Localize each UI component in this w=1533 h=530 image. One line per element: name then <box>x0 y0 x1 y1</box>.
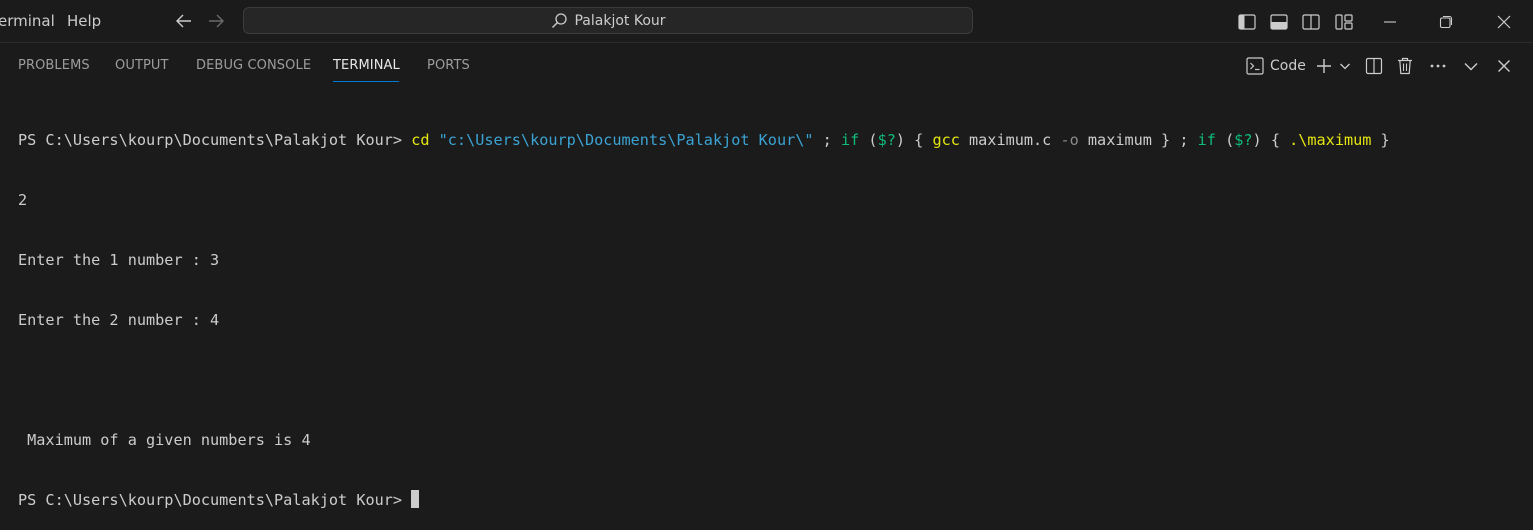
search-text: Palakjot Kour <box>574 13 665 29</box>
cmd-status-var: $? <box>1234 131 1252 149</box>
tab-output[interactable]: OUTPUT <box>115 58 169 73</box>
cmd-if-keyword: if <box>1198 131 1216 149</box>
tab-terminal[interactable]: TERMINAL <box>333 58 400 73</box>
tab-problems[interactable]: PROBLEMS <box>18 58 90 73</box>
terminal-profile-button[interactable]: Code <box>1246 56 1306 76</box>
terminal-icon <box>1246 57 1264 75</box>
cmd-paren: ) { <box>1253 131 1290 149</box>
toggle-secondary-sidebar-icon[interactable] <box>1300 11 1322 33</box>
panel-header: PROBLEMS OUTPUT DEBUG CONSOLE TERMINAL P… <box>0 44 1533 88</box>
cmd-paren: ( <box>859 131 877 149</box>
close-window-icon[interactable] <box>1493 11 1515 33</box>
menu-terminal[interactable]: erminal <box>0 12 55 30</box>
menu-help[interactable]: Help <box>67 12 101 30</box>
back-arrow-icon[interactable] <box>173 10 195 32</box>
output-line: Enter the 1 number : 3 <box>18 250 1533 270</box>
output-line: Maximum of a given numbers is 4 <box>18 430 1533 450</box>
cmd-if-keyword: if <box>841 131 859 149</box>
cmd-gcc: gcc <box>932 131 959 149</box>
command-line: PS C:\Users\kourp\Documents\Palakjot Kou… <box>18 130 1533 150</box>
cmd-cd: cd <box>411 131 429 149</box>
minimize-icon[interactable] <box>1379 11 1401 33</box>
toggle-panel-icon[interactable] <box>1268 11 1290 33</box>
output-line: Enter the 2 number : 4 <box>18 310 1533 330</box>
output-line <box>18 370 1533 390</box>
terminal-output[interactable]: PS C:\Users\kourp\Documents\Palakjot Kou… <box>18 90 1533 503</box>
cmd-path: "c:\Users\kourp\Documents\Palakjot Kour\… <box>439 131 814 149</box>
final-prompt-line: PS C:\Users\kourp\Documents\Palakjot Kou… <box>18 490 1533 510</box>
new-terminal-dropdown-chevron-icon[interactable] <box>1339 56 1351 76</box>
tab-ports[interactable]: PORTS <box>427 58 470 73</box>
restore-icon[interactable] <box>1435 11 1457 33</box>
cmd-status-var: $? <box>878 131 896 149</box>
terminal-profile-label: Code <box>1270 58 1306 74</box>
terminal-cursor <box>411 490 419 508</box>
toggle-primary-sidebar-icon[interactable] <box>1236 11 1258 33</box>
cmd-flag: -o <box>1060 131 1078 149</box>
cmd-run: .\maximum <box>1289 131 1371 149</box>
kill-terminal-trash-icon[interactable] <box>1397 56 1413 76</box>
new-terminal-plus-icon[interactable] <box>1315 56 1333 76</box>
split-terminal-icon[interactable] <box>1365 56 1383 76</box>
more-actions-ellipsis-icon[interactable] <box>1429 56 1447 76</box>
cmd-separator: ; <box>814 131 841 149</box>
close-panel-icon[interactable] <box>1497 56 1511 76</box>
customize-layout-icon[interactable] <box>1333 11 1355 33</box>
maximize-panel-chevron-icon[interactable] <box>1463 56 1479 76</box>
tab-debug-console[interactable]: DEBUG CONSOLE <box>196 58 311 73</box>
cmd-paren: ( <box>1216 131 1234 149</box>
prompt: PS C:\Users\kourp\Documents\Palakjot Kou… <box>18 491 411 509</box>
cmd-paren: ) { <box>896 131 933 149</box>
active-tab-indicator <box>333 81 399 82</box>
forward-arrow-icon[interactable] <box>205 10 227 32</box>
prompt: PS C:\Users\kourp\Documents\Palakjot Kou… <box>18 131 411 149</box>
output-line: 2 <box>18 190 1533 210</box>
cmd-args: maximum } ; <box>1079 131 1198 149</box>
cmd-args: maximum.c <box>960 131 1061 149</box>
search-icon <box>550 12 568 30</box>
cmd-end: } <box>1371 131 1389 149</box>
title-bar: erminal Help Palakjot Kour <box>0 0 1533 43</box>
command-center-search[interactable]: Palakjot Kour <box>243 7 973 34</box>
